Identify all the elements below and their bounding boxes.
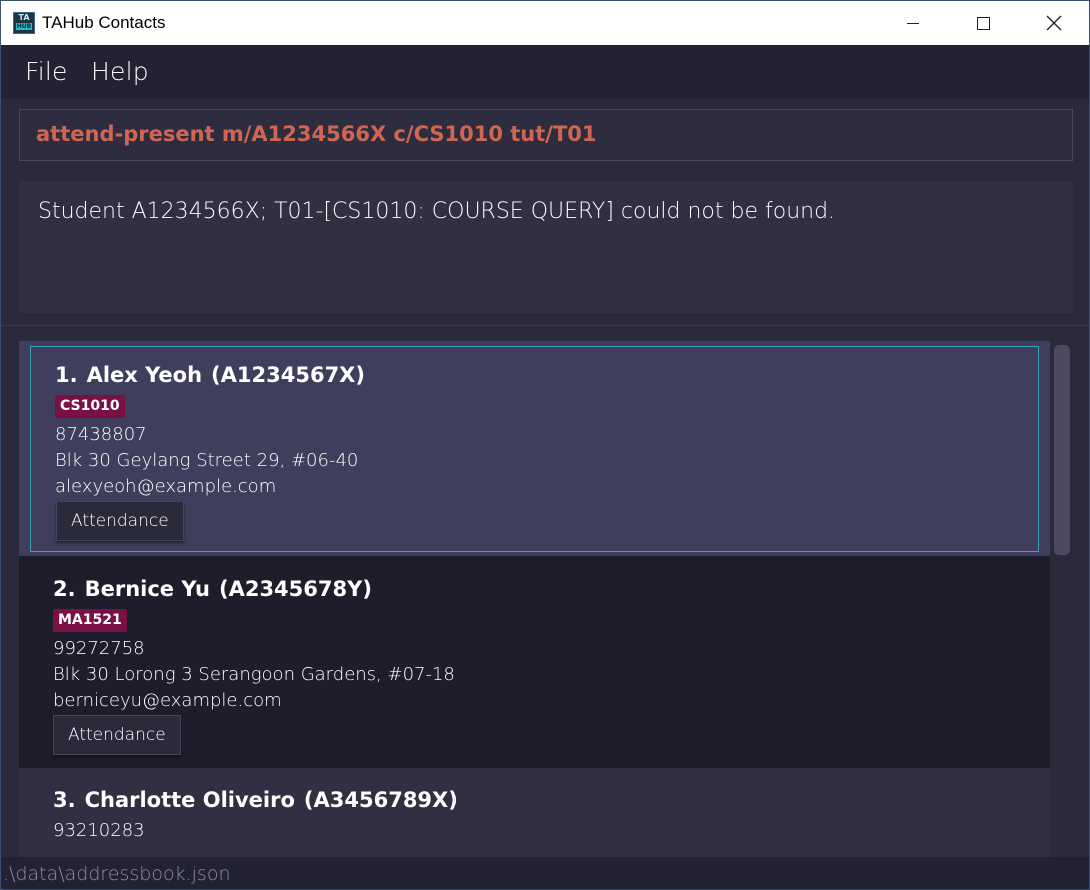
command-input[interactable]: attend-present m/A1234566X c/CS1010 tut/… — [19, 109, 1073, 161]
contact-index: 1. — [55, 363, 78, 387]
app-logo-text: TA — [18, 13, 30, 22]
contact-index: 3. — [53, 788, 76, 812]
attendance-button[interactable]: Attendance — [56, 501, 184, 541]
status-bar: .\data\addressbook.json — [1, 857, 1089, 889]
contact-email: berniceyu@example.com — [53, 690, 282, 711]
data-file-path: .\data\addressbook.json — [3, 863, 231, 885]
contact-matric: (A2345678Y) — [218, 577, 372, 601]
menu-bar: File Help — [1, 45, 1089, 99]
course-tag: MA1521 — [53, 609, 127, 632]
contact-list: 1. Alex Yeoh (A1234567X) CS1010 87438807 B… — [19, 341, 1050, 861]
contact-name-line: 2. Bernice Yu (A2345678Y) — [53, 577, 372, 601]
command-input-text: attend-present m/A1234566X c/CS1010 tut/… — [36, 122, 597, 146]
app-window: TA HUB TAHub Contacts File Help attend-p… — [0, 0, 1090, 890]
window-title: TAHub Contacts — [42, 13, 166, 32]
maximize-icon — [976, 16, 990, 30]
close-button[interactable] — [1019, 1, 1089, 45]
result-message: Student A1234566X; T01-[CS1010: COURSE Q… — [38, 199, 836, 224]
menu-file[interactable]: File — [25, 57, 68, 86]
contact-phone: 87438807 — [55, 424, 147, 445]
contact-name: Bernice Yu — [84, 577, 210, 601]
command-box-container: attend-present m/A1234566X c/CS1010 tut/… — [1, 99, 1089, 173]
scrollbar-thumb[interactable] — [1054, 345, 1070, 555]
contact-phone: 93210283 — [53, 820, 145, 841]
contact-matric: (A3456789X) — [303, 788, 458, 812]
close-icon — [1046, 15, 1062, 31]
minimize-icon — [907, 22, 919, 24]
contact-card-3[interactable]: 3. Charlotte Oliveiro (A3456789X) 93210283 — [19, 768, 1050, 861]
result-display-container: Student A1234566X; T01-[CS1010: COURSE Q… — [1, 173, 1089, 323]
contact-name-line: 3. Charlotte Oliveiro (A3456789X) — [53, 788, 458, 812]
contact-card-1[interactable]: 1. Alex Yeoh (A1234567X) CS1010 87438807 B… — [19, 341, 1050, 556]
result-display[interactable]: Student A1234566X; T01-[CS1010: COURSE Q… — [19, 181, 1073, 313]
maximize-button[interactable] — [948, 1, 1018, 45]
contact-card-2[interactable]: 2. Bernice Yu (A2345678Y) MA1521 99272758 … — [19, 556, 1050, 768]
attendance-button[interactable]: Attendance — [53, 715, 181, 755]
course-tag: CS1010 — [55, 395, 125, 418]
title-bar: TA HUB TAHub Contacts — [1, 1, 1089, 45]
contact-name-line: 1. Alex Yeoh (A1234567X) — [55, 363, 365, 387]
contact-email: alexyeoh@example.com — [55, 476, 277, 497]
contact-name: Alex Yeoh — [86, 363, 203, 387]
contact-matric: (A1234567X) — [211, 363, 365, 387]
minimize-button[interactable] — [878, 1, 948, 45]
app-logo-icon: TA HUB — [13, 12, 35, 34]
contact-name: Charlotte Oliveiro — [84, 788, 295, 812]
contact-list-panel: 1. Alex Yeoh (A1234567X) CS1010 87438807 B… — [1, 325, 1089, 861]
menu-help[interactable]: Help — [91, 57, 149, 86]
contact-address: Blk 30 Lorong 3 Serangoon Gardens, #07-1… — [53, 664, 455, 685]
list-scrollbar[interactable] — [1051, 341, 1073, 861]
contact-index: 2. — [53, 577, 76, 601]
app-logo-subtext: HUB — [16, 23, 32, 30]
contact-phone: 99272758 — [53, 638, 145, 659]
contact-address: Blk 30 Geylang Street 29, #06-40 — [55, 450, 359, 471]
